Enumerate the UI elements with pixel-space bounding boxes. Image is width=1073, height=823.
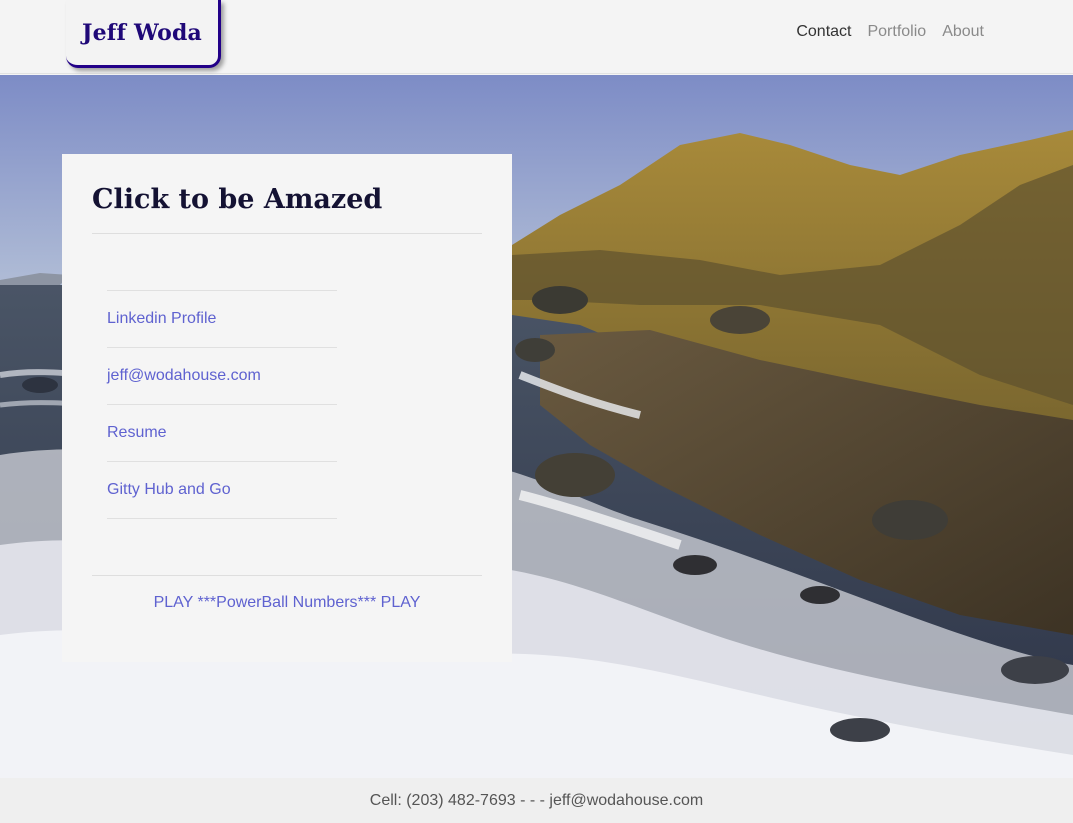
contact-card: Click to be Amazed Linkedin Profile jeff…: [62, 154, 512, 662]
bottom-divider: [92, 575, 482, 576]
nav-about[interactable]: About: [942, 22, 984, 42]
resume-link[interactable]: Resume: [107, 424, 167, 442]
github-link[interactable]: Gitty Hub and Go: [107, 481, 231, 499]
brand-name: Jeff Woda: [81, 19, 203, 46]
site-header: Jeff Woda Contact Portfolio About: [0, 0, 1073, 74]
linkedin-profile-link[interactable]: Linkedin Profile: [107, 310, 216, 328]
brand-logo-link[interactable]: Jeff Woda: [66, 0, 221, 68]
email-link[interactable]: jeff@wodahouse.com: [107, 367, 261, 385]
contact-links-list: Linkedin Profile jeff@wodahouse.com Resu…: [107, 290, 337, 519]
card-title: Click to be Amazed: [92, 184, 383, 215]
nav-portfolio[interactable]: Portfolio: [867, 22, 926, 42]
list-item: Gitty Hub and Go: [107, 462, 337, 519]
main-nav: Contact Portfolio About: [796, 22, 984, 42]
footer-contact-text: Cell: (203) 482-7693 - - - jeff@wodahous…: [369, 791, 704, 809]
site-footer: Cell: (203) 482-7693 - - - jeff@wodahous…: [0, 778, 1073, 823]
list-item: Resume: [107, 405, 337, 462]
list-item: jeff@wodahouse.com: [107, 348, 337, 405]
powerball-link[interactable]: PLAY ***PowerBall Numbers*** PLAY: [62, 594, 512, 612]
list-item: Linkedin Profile: [107, 291, 337, 348]
title-divider: [92, 233, 482, 234]
nav-contact[interactable]: Contact: [796, 22, 851, 42]
